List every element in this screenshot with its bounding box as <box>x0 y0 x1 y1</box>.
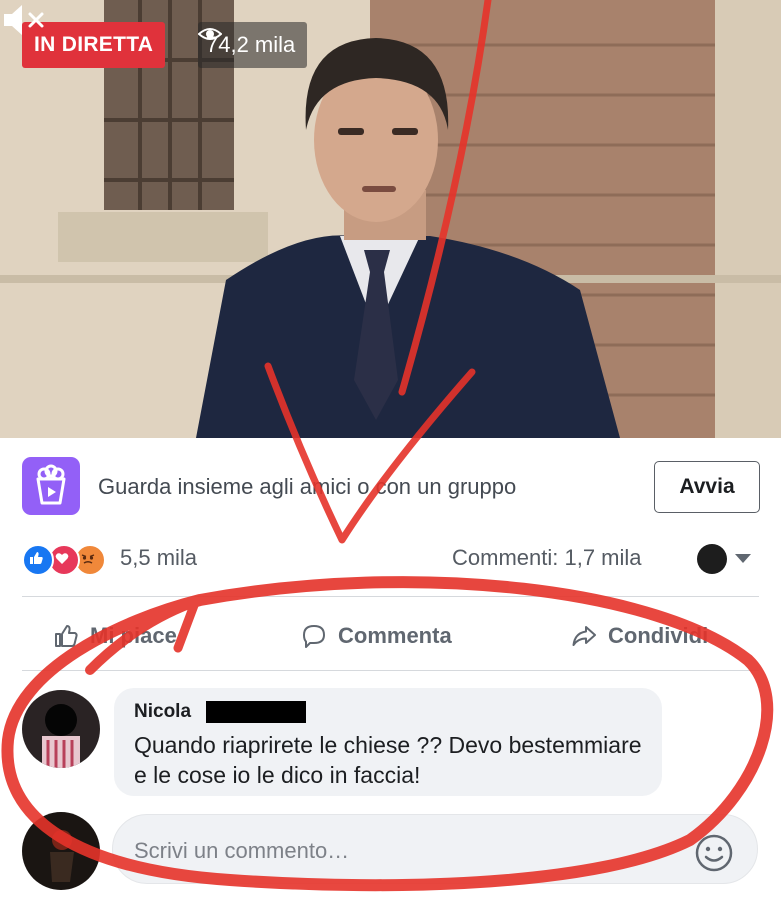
share-button[interactable]: Condividi <box>570 620 708 652</box>
comment-bubble-icon <box>303 625 325 648</box>
smiley-icon[interactable] <box>694 833 734 873</box>
reactions-summary[interactable] <box>22 544 106 576</box>
speaker-muted-icon[interactable] <box>0 0 50 40</box>
comment-input-placeholder: Scrivi un commento… <box>134 838 350 863</box>
commenter-avatar[interactable] <box>22 690 100 768</box>
comment-author[interactable]: Nicola <box>134 701 191 723</box>
watch-party-icon <box>22 457 80 515</box>
comment-label: Commenta <box>338 623 452 648</box>
comment-text: Quando riaprirete le chiese ?? Devo best… <box>134 732 642 788</box>
comment-as-avatar[interactable] <box>697 544 727 574</box>
viewer-count-badge: 74,2 mila <box>198 22 308 68</box>
live-video-player[interactable]: IN DIRETTA 74,2 mila <box>0 0 781 438</box>
watch-party-text: Guarda insieme agli amici o con un grupp… <box>98 474 517 499</box>
reaction-count[interactable]: 5,5 mila <box>120 545 197 571</box>
like-label: Mi piace <box>90 623 177 648</box>
share-label: Condividi <box>608 623 709 648</box>
share-arrow-icon <box>572 626 596 646</box>
user-avatar <box>22 812 100 890</box>
chevron-down-icon[interactable] <box>735 554 751 563</box>
redaction-bar <box>206 701 306 723</box>
divider <box>22 596 759 597</box>
comments-count[interactable]: Commenti: 1,7 mila <box>452 545 642 571</box>
like-button[interactable]: Mi piace <box>52 620 177 652</box>
like-icon <box>22 544 54 576</box>
thumbs-up-icon <box>55 625 78 647</box>
divider <box>22 670 759 671</box>
eye-icon <box>198 28 222 40</box>
comment-button[interactable]: Commenta <box>300 620 452 652</box>
start-watch-party-button[interactable]: Avvia <box>654 461 760 513</box>
